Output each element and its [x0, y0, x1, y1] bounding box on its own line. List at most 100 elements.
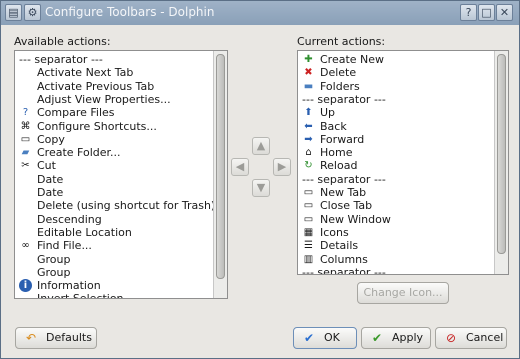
- action-label: Home: [320, 146, 353, 160]
- action-label: Find File...: [37, 239, 92, 253]
- current-scrollbar[interactable]: [494, 51, 508, 274]
- action-icon: [19, 199, 32, 212]
- remove-button[interactable]: ◀: [231, 158, 249, 176]
- action-label: Information: [37, 279, 101, 293]
- action-icon: ∞: [21, 240, 30, 252]
- action-label: Reload: [320, 159, 358, 173]
- action-label: Folders: [320, 79, 360, 93]
- action-label: Create New: [320, 53, 385, 66]
- action-icon: [19, 80, 32, 93]
- defaults-button[interactable]: ↶ Defaults: [15, 327, 97, 349]
- available-scrollbar[interactable]: [213, 51, 227, 298]
- title-bar[interactable]: ▤ ⚙ Configure Toolbars - Dolphin ? □ ✕: [1, 1, 519, 25]
- action-label: Create Folder...: [37, 146, 121, 160]
- ok-button[interactable]: ✔ OK: [293, 327, 357, 349]
- action-icon: [19, 226, 32, 239]
- action-icon: [19, 93, 32, 106]
- configure-toolbars-window: ▤ ⚙ Configure Toolbars - Dolphin ? □ ✕ A…: [0, 0, 520, 359]
- action-label: Copy: [37, 132, 65, 146]
- action-label: Editable Location: [37, 225, 132, 239]
- action-label: Delete (using shortcut for Trash): [37, 199, 216, 213]
- current-scroll-thumb[interactable]: [497, 54, 506, 254]
- action-label: Activate Next Tab: [37, 66, 134, 80]
- ok-check-icon: ✔: [303, 331, 315, 345]
- action-icon: ✖: [304, 67, 313, 79]
- apply-label: Apply: [392, 331, 424, 344]
- move-up-button[interactable]: ▲: [252, 137, 270, 155]
- help-button[interactable]: ?: [460, 4, 477, 21]
- action-label: Back: [320, 119, 347, 133]
- action-icon: ☰: [304, 240, 313, 252]
- action-icon: [19, 266, 32, 279]
- action-label: Group: [37, 252, 71, 266]
- action-icon: ⬆: [304, 107, 313, 119]
- available-actions-label: Available actions:: [14, 35, 111, 48]
- available-actions-list[interactable]: --- separator --- Activate Next Tab Activa…: [14, 50, 228, 299]
- action-label: Invert Selection: [37, 292, 124, 299]
- action-label: --- separator ---: [302, 92, 386, 106]
- action-icon: ▭: [303, 213, 314, 225]
- change-icon-button[interactable]: Change Icon...: [357, 282, 449, 304]
- current-actions-list[interactable]: ✚ Create New ✖ Delete ▬ Folders --- separator …: [297, 50, 509, 275]
- action-label: Date: [37, 172, 64, 186]
- action-icon: ▥: [303, 253, 314, 265]
- action-label: Close Tab: [320, 199, 373, 213]
- action-label: Cut: [37, 159, 56, 173]
- action-label: New Window: [320, 212, 391, 226]
- action-label: Configure Shortcuts...: [37, 119, 157, 133]
- action-icon: ?: [22, 107, 29, 119]
- action-label: Date: [37, 186, 64, 199]
- maximize-button[interactable]: □: [478, 4, 495, 21]
- action-icon: [19, 186, 32, 199]
- action-icon: ▦: [303, 226, 314, 238]
- action-icon: ▬: [303, 80, 314, 92]
- apply-check-icon: ✔: [371, 331, 383, 345]
- add-button[interactable]: ▶: [273, 158, 291, 176]
- action-icon: [19, 173, 32, 186]
- action-label: Descending: [37, 212, 102, 226]
- action-icon: ⌂: [305, 147, 312, 159]
- action-label: Details: [320, 239, 359, 253]
- action-icon: ↻: [304, 160, 313, 172]
- action-label: New Tab: [320, 186, 367, 199]
- apply-button[interactable]: ✔ Apply: [361, 327, 431, 349]
- window-title: Configure Toolbars - Dolphin: [45, 5, 215, 19]
- action-icon: ✚: [304, 54, 313, 65]
- action-label: Group: [37, 265, 71, 279]
- current-actions-label: Current actions:: [297, 35, 386, 48]
- action-label: Activate Previous Tab: [37, 79, 155, 93]
- action-label: Up: [320, 106, 336, 120]
- action-icon: ⬅: [304, 120, 313, 132]
- close-button[interactable]: ✕: [496, 4, 513, 21]
- action-icon: ▭: [303, 200, 314, 212]
- gear-icon[interactable]: ⚙: [24, 4, 41, 21]
- action-icon: ▭: [303, 187, 314, 198]
- action-icon: ✂: [21, 160, 30, 172]
- action-icon: [19, 213, 32, 226]
- action-label: --- separator ---: [302, 265, 386, 275]
- cancel-button[interactable]: ⊘ Cancel: [435, 327, 507, 349]
- change-icon-label: Change Icon...: [363, 286, 443, 299]
- available-scroll-thumb[interactable]: [216, 54, 225, 279]
- move-down-button[interactable]: ▼: [252, 179, 270, 197]
- action-label: --- separator ---: [302, 172, 386, 186]
- action-label: Delete: [320, 66, 357, 80]
- action-label: Icons: [320, 225, 349, 239]
- action-label: Columns: [320, 252, 368, 266]
- action-icon: ▭: [20, 133, 31, 145]
- action-icon: ▰: [21, 147, 30, 159]
- action-label: Forward: [320, 132, 365, 146]
- action-icon: [19, 292, 32, 298]
- action-icon: [19, 253, 32, 266]
- action-label: --- separator ---: [19, 53, 103, 66]
- defaults-label: Defaults: [46, 331, 92, 344]
- cancel-icon: ⊘: [445, 331, 457, 345]
- action-icon: ➡: [304, 133, 313, 145]
- defaults-icon: ↶: [25, 331, 37, 345]
- action-icon: i: [19, 279, 32, 293]
- action-icon: ⌘: [20, 120, 31, 132]
- action-icon: [19, 66, 32, 79]
- ok-label: OK: [324, 331, 340, 344]
- action-label: Compare Files: [37, 106, 115, 120]
- window-menu-icon[interactable]: ▤: [5, 4, 22, 21]
